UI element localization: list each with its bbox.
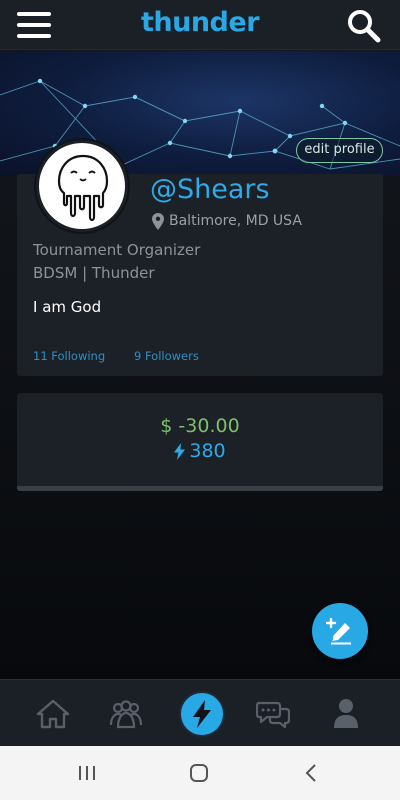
profile-org: BDSM | Thunder [33,264,155,282]
back-button[interactable] [281,746,341,800]
profile-bio: I am God [33,298,102,316]
money-balance: $ -30.00 [160,415,240,437]
brand-logo: thunder [140,7,260,38]
back-icon [305,764,316,782]
profile-role: Tournament Organizer [33,241,201,259]
search-icon[interactable] [346,8,382,44]
nav-chat[interactable] [243,680,303,747]
location-pin-icon [152,212,164,230]
recents-icon [79,766,95,780]
recents-button[interactable] [57,746,117,800]
groups-icon [109,699,143,728]
system-nav-bar [0,746,400,800]
nav-profile[interactable] [316,680,376,747]
nav-home[interactable] [23,680,83,747]
top-bar: thunder [0,0,400,50]
following-link[interactable]: 11 Following [33,349,105,363]
location: Baltimore, MD USA [152,210,302,232]
profile-icon [334,698,358,728]
system-home-button[interactable] [169,746,229,800]
app-screen: thunder edit profile @Shears Baltimore, … [0,0,400,746]
edit-profile-button[interactable]: edit profile [296,138,383,163]
profile-handle: @Shears [150,174,270,205]
points-value: 380 [189,440,226,462]
balance-card: $ -30.00 380 [17,393,383,491]
avatar[interactable] [36,140,128,232]
points-balance: 380 [17,440,383,462]
followers-link[interactable]: 9 Followers [134,349,199,363]
nav-thunder[interactable] [172,680,232,747]
location-text: Baltimore, MD USA [169,213,302,229]
home-circle-icon [190,764,208,782]
edit-pencil-plus-icon[interactable] [312,603,368,659]
bolt-icon [174,442,186,460]
home-icon [36,699,70,728]
thunder-bolt-icon [179,690,225,737]
bottom-nav [0,679,400,746]
nav-groups[interactable] [96,680,156,747]
chat-icon [256,701,290,728]
